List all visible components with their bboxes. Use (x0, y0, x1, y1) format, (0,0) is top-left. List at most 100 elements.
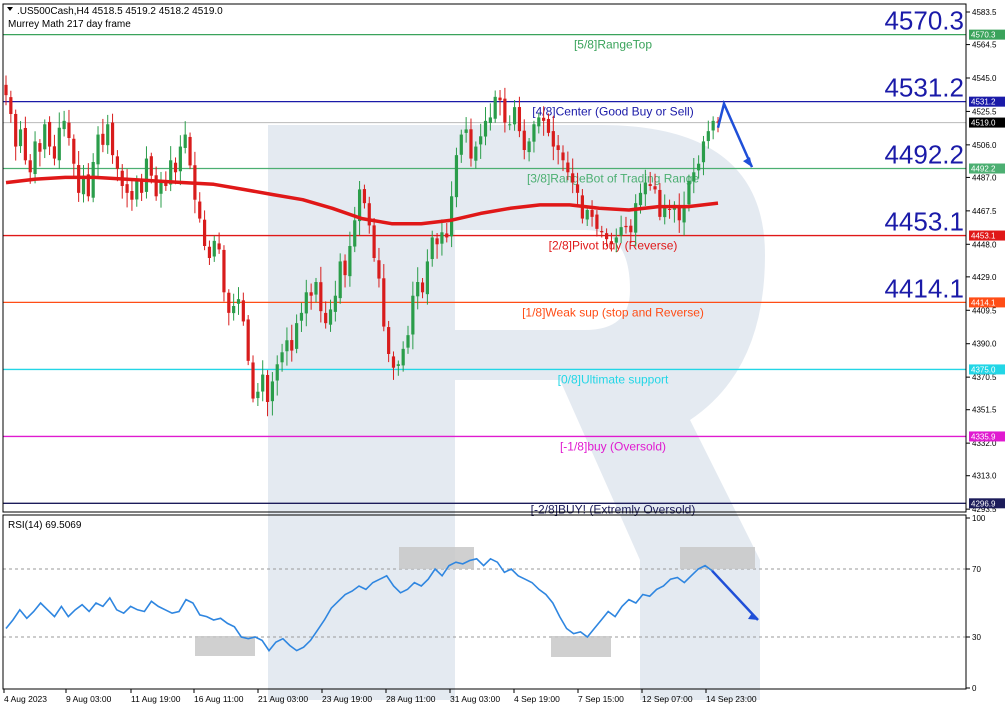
candle-body (178, 146, 182, 172)
candle-body (144, 158, 149, 192)
time-axis-label: 4 Aug 2023 (4, 694, 47, 704)
candle-body (338, 261, 342, 299)
candle-body (280, 352, 284, 363)
candle-body (324, 312, 328, 324)
candle-body (609, 241, 614, 245)
murrey-level-label: [4/8]Center (Good Buy or Sell) (532, 105, 693, 119)
candle-body (653, 186, 657, 190)
candle-body (43, 124, 47, 150)
candle-body (391, 356, 396, 368)
candle-body (600, 231, 604, 233)
candle-body (28, 160, 32, 173)
candle-body (23, 127, 27, 161)
time-axis-label: 21 Aug 03:00 (258, 694, 308, 704)
price-tag-text: 4492.2 (971, 165, 996, 174)
price-tag-text: 4570.3 (971, 31, 996, 40)
time-axis-label: 4 Sep 19:00 (514, 694, 560, 704)
candle-body (711, 120, 715, 131)
candle-body (362, 189, 367, 204)
candle-body (522, 130, 526, 150)
murrey-level-label: [-1/8]buy (Oversold) (560, 439, 666, 453)
candle-body (411, 295, 415, 335)
candle-body (575, 184, 580, 193)
candle-body (154, 175, 158, 197)
candle-body (304, 292, 308, 314)
candle-body (265, 374, 270, 402)
time-axis-label: 7 Sep 15:00 (578, 694, 624, 704)
candle-body (236, 299, 241, 304)
price-tag-text: 4414.1 (971, 298, 996, 307)
candle-body (38, 143, 42, 152)
candle-body (256, 391, 260, 399)
candle-body (52, 146, 57, 159)
candle-body (493, 96, 497, 119)
time-axis-label: 28 Aug 11:00 (386, 694, 436, 704)
time-axis-label: 14 Sep 23:00 (706, 694, 757, 704)
candle-body (348, 246, 352, 277)
candle-body (387, 327, 391, 354)
candle-body (459, 134, 463, 155)
time-axis-label: 23 Aug 19:00 (322, 694, 372, 704)
candle-body (33, 141, 37, 175)
candle-body (377, 260, 381, 279)
candle-body (353, 220, 357, 247)
candle-body (571, 173, 575, 183)
price-axis-label: 4487.0 (972, 173, 997, 182)
candle-body (619, 227, 623, 236)
candle-body (72, 138, 76, 164)
candle-body (372, 225, 376, 258)
rsi-highlight-box (195, 636, 255, 656)
candle-body (202, 219, 207, 246)
candle-body (614, 237, 618, 243)
candle-body (527, 141, 531, 153)
trading-chart[interactable]: 4583.5 4564.5 4545.0 4525.5 4506.0 4487.0 4467… (0, 0, 1008, 711)
rsi-axis-label: 0 (972, 684, 977, 693)
candle-body (319, 282, 323, 312)
candle-body (135, 179, 139, 200)
murrey-level-label: [0/8]Ultimate support (558, 372, 669, 386)
price-axis-label: 4390.0 (972, 340, 997, 349)
candle-body (682, 206, 686, 223)
candle-body (333, 295, 337, 312)
candle-body (67, 122, 71, 138)
price-axis-label: 4429.0 (972, 273, 997, 282)
candle-body (546, 118, 551, 133)
murrey-big-price-label: 4453.1 (884, 207, 964, 237)
candle-body (420, 282, 425, 293)
price-axis-label: 4370.5 (972, 373, 997, 382)
murrey-big-price-label: 4492.2 (884, 140, 964, 170)
rsi-axis-label: 70 (972, 565, 981, 574)
candle-body (110, 122, 115, 156)
murrey-big-price-label: 4531.2 (884, 73, 964, 103)
candle-body (217, 243, 221, 250)
candle-body (261, 374, 265, 392)
time-axis-label: 31 Aug 03:00 (450, 694, 500, 704)
murrey-level-label: [1/8]Weak sup (stop and Reverse) (522, 305, 704, 319)
time-axis-label: 11 Aug 19:00 (131, 694, 181, 704)
murrey-big-price-label: 4570.3 (884, 6, 964, 36)
candle-body (469, 129, 473, 159)
price-axis-label: 4351.5 (972, 406, 997, 415)
candle-body (416, 282, 420, 297)
current-price-tag-text: 4519.0 (971, 119, 996, 128)
murrey-big-price-label: 4414.1 (884, 273, 964, 303)
candle-body (382, 278, 386, 327)
candle-body (396, 364, 400, 366)
candle-body (246, 319, 250, 361)
candle-body (595, 214, 599, 229)
murrey-level-label: [-2/8]BUY! (Extremly Oversold) (531, 502, 696, 516)
candle-body (517, 107, 522, 132)
candle-body (270, 381, 274, 402)
candle-body (566, 162, 570, 173)
candle-body (62, 120, 66, 130)
candle-body (14, 113, 18, 147)
candle-body (227, 292, 231, 313)
indicator-name: Murrey Math 217 day frame (8, 19, 131, 30)
candle-body (232, 306, 236, 314)
candle-body (551, 131, 555, 147)
candle-body (47, 121, 52, 147)
candle-body (532, 124, 536, 142)
candle-body (125, 184, 129, 193)
rsi-highlight-box (551, 636, 611, 657)
price-tag-text: 4375.0 (971, 365, 996, 374)
